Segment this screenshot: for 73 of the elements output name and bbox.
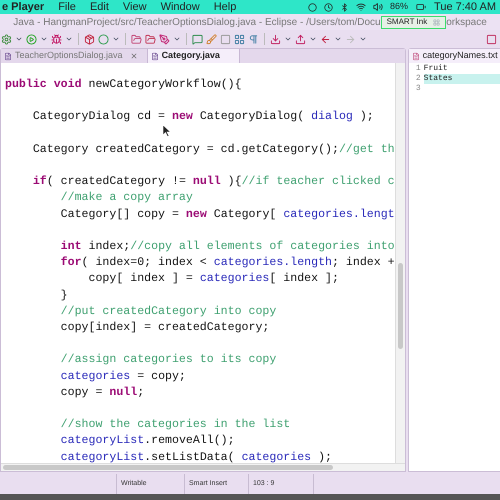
pilcrow-icon[interactable] xyxy=(248,34,259,44)
caret-icon[interactable] xyxy=(15,35,23,43)
java-file-icon xyxy=(4,52,12,60)
code-line: categories = copy; xyxy=(60,368,186,385)
window-title: Java - HangmanProject/src/TeacherOptionsDialog.java - Eclipse - /Users/tom/Docu xyxy=(13,16,381,30)
code-line: int index;//copy all elements of categories into xyxy=(60,238,395,255)
up-arrow-icon[interactable] xyxy=(295,34,306,44)
caret-icon[interactable] xyxy=(309,35,317,43)
code-line: copy[index] = createdCategory; xyxy=(60,320,270,336)
code-line: //put createdCategory into copy xyxy=(60,304,276,320)
vertical-scrollbar[interactable] xyxy=(394,63,405,463)
java-file-icon xyxy=(150,52,159,60)
perspective-icon[interactable] xyxy=(486,34,497,44)
grip-icon xyxy=(433,18,440,26)
smart-ink-toolbar[interactable]: SMART Ink xyxy=(380,16,446,28)
window-title: orkspace xyxy=(446,16,487,30)
caret-icon[interactable] xyxy=(173,35,181,43)
mouse-cursor-icon xyxy=(163,125,171,137)
code-line: } xyxy=(60,288,68,304)
menu-item[interactable]: Window xyxy=(160,0,200,16)
code-line: copy[ index ] = categories[ index ]; xyxy=(87,271,339,288)
folder-icon[interactable] xyxy=(131,34,142,44)
caret-icon[interactable] xyxy=(40,35,48,43)
app-menu[interactable]: e Player xyxy=(2,0,44,16)
close-icon[interactable] xyxy=(130,52,138,60)
text-file-icon xyxy=(412,52,420,60)
bluetooth-icon[interactable] xyxy=(340,2,350,12)
code-line: //show the categories in the list xyxy=(60,417,290,434)
clock-icon[interactable] xyxy=(324,2,334,12)
folder-icon[interactable] xyxy=(145,34,156,44)
caret-icon[interactable] xyxy=(334,35,342,43)
code-line: Category createdCategory = cd.getCategory();//get th xyxy=(32,142,395,158)
editor-tab[interactable]: Category.java xyxy=(148,49,240,63)
horizontal-scrollbar[interactable] xyxy=(1,463,405,471)
package-icon[interactable] xyxy=(84,34,95,44)
scrollbar-thumb[interactable] xyxy=(398,263,403,349)
line-number: 2 xyxy=(414,74,422,84)
scrollbar-thumb[interactable] xyxy=(3,465,333,470)
menu-clock[interactable]: Tue 7:40 AM xyxy=(434,0,496,16)
menu-item[interactable]: File xyxy=(58,0,76,16)
volume-icon[interactable] xyxy=(373,2,384,12)
menu-item[interactable]: Edit xyxy=(90,0,109,16)
code-line: //make a copy array xyxy=(60,190,193,206)
line-number: 3 xyxy=(414,84,422,94)
code-line: CategoryDialog cd = new CategoryDialog( dialog ); xyxy=(32,109,374,126)
caret-icon[interactable] xyxy=(284,35,292,43)
text-line: Fruit xyxy=(424,64,449,74)
battery-percent: 86% xyxy=(390,0,408,14)
caret-icon[interactable] xyxy=(65,35,73,43)
grid-icon[interactable] xyxy=(234,34,245,44)
battery-icon[interactable] xyxy=(415,2,428,12)
record-icon[interactable] xyxy=(308,2,318,12)
code-line: if( createdCategory != null ){//if teacher clicked c xyxy=(32,174,395,190)
editor-tab[interactable]: categoryNames.txt xyxy=(408,49,500,63)
caret-icon[interactable] xyxy=(359,35,367,43)
speech-bubble-icon[interactable] xyxy=(192,34,203,44)
pen-icon[interactable] xyxy=(159,34,170,44)
back-arrow-icon[interactable] xyxy=(320,34,331,44)
code-line: categoryList.removeAll(); xyxy=(60,433,235,450)
code-line: categoryList.setListData( categories ); xyxy=(60,450,332,463)
code-line: //assign categories to its copy xyxy=(60,352,276,368)
caret-icon[interactable] xyxy=(112,35,120,43)
line-number: 1 xyxy=(414,64,422,74)
code-line: public void newCategoryWorkflow(){ xyxy=(5,77,242,93)
brush-icon[interactable] xyxy=(206,34,217,44)
bug-icon[interactable] xyxy=(51,34,62,44)
code-line: copy = null; xyxy=(60,384,144,401)
menu-item[interactable]: Help xyxy=(214,0,236,16)
code-line: for( index=0; index < categories.length; index + xyxy=(60,255,395,272)
wifi-icon[interactable] xyxy=(356,2,366,12)
down-arrow-icon[interactable] xyxy=(270,34,281,44)
code-line: Category[] copy = new Category[ categories.lengt xyxy=(60,206,395,223)
menu-item[interactable]: View xyxy=(122,0,147,16)
